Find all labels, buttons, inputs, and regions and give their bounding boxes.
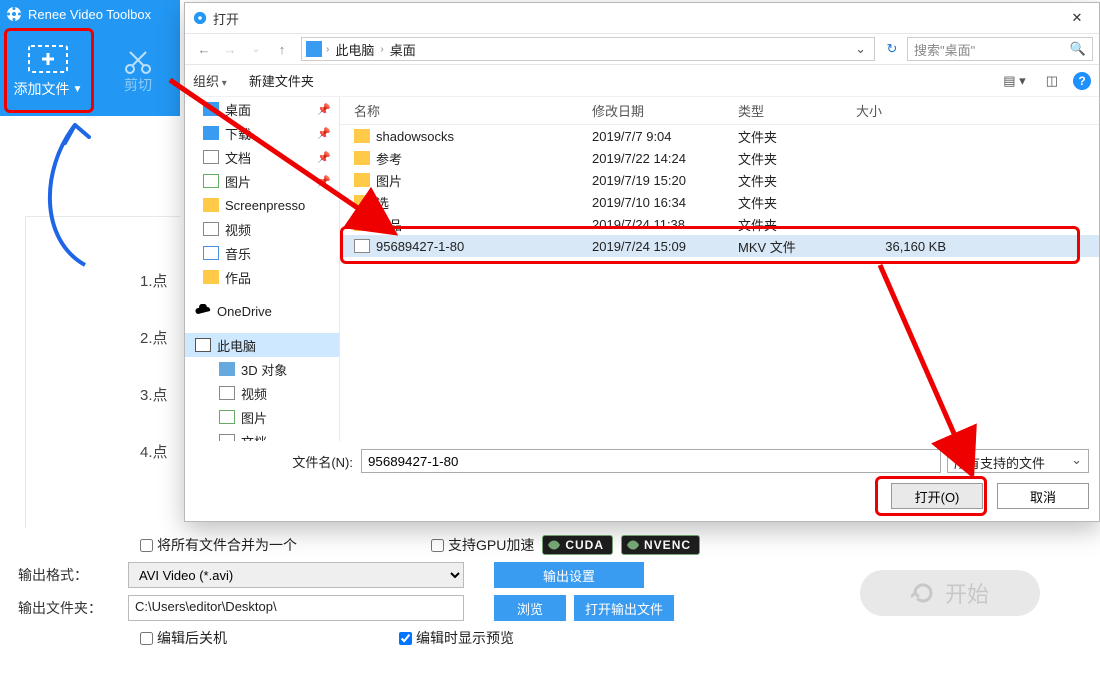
address-bar[interactable]: › 此电脑 › 桌面 ⌄ [301,37,875,61]
file-row[interactable]: shadowsocks2019/7/7 9:04文件夹 [340,125,1099,147]
pin-icon: 📌 [317,103,331,116]
output-format-label: 输出格式： [18,565,128,585]
nvidia-eye-icon [626,539,640,551]
search-input[interactable]: 搜索"桌面" 🔍 [907,37,1093,61]
shutdown-checkbox[interactable]: 编辑后关机 [136,628,227,648]
dialog-toolbar: 组织 新建文件夹 ▤ ▾ ◫ ? [185,65,1099,97]
app-titlebar: Renee Video Toolbox [0,0,180,28]
organize-menu[interactable]: 组织 [193,71,227,90]
picture-icon [219,410,235,424]
col-date[interactable]: 修改日期 [592,101,738,120]
step-1: 1.点 [140,270,168,291]
app-small-icon [193,11,207,25]
folder-icon [354,195,370,209]
pin-icon: 📌 [317,151,331,164]
open-button[interactable]: 打开(O) [891,483,983,509]
view-mode-button[interactable]: ▤ ▾ [998,71,1030,91]
close-button[interactable]: ✕ [1055,10,1099,26]
dialog-nav: ← → ⌄ ↑ › 此电脑 › 桌面 ⌄ ↻ 搜索"桌面" 🔍 [185,33,1099,65]
app-title: Renee Video Toolbox [28,7,151,22]
step-hints: 1.点 2.点 3.点 4.点 [140,270,168,498]
app-logo-icon [6,6,22,22]
file-open-dialog: 打开 ✕ ← → ⌄ ↑ › 此电脑 › 桌面 ⌄ ↻ 搜索"桌面" 🔍 组织 … [184,2,1100,522]
preview-pane-button[interactable]: ◫ [1041,71,1063,91]
output-format-select[interactable]: AVI Video (*.avi) [128,562,464,588]
col-size[interactable]: 大小 [856,101,956,120]
folder-icon [203,198,219,212]
nav-recent-button[interactable]: ⌄ [243,44,269,55]
folder-icon [354,217,370,231]
cuda-badge: CUDA [542,535,613,555]
nav-forward-button[interactable]: → [217,42,243,57]
3d-objects-icon [219,362,235,376]
nav-tree[interactable]: 桌面📌 下载📌 文档📌 图片📌 Screenpresso 视频 音乐 作品 On… [185,97,340,457]
step-4: 4.点 [140,441,168,462]
folder-icon [354,151,370,165]
file-row[interactable]: 选2019/7/10 16:34文件夹 [340,191,1099,213]
picture-icon [203,174,219,188]
pin-icon: 📌 [317,175,331,188]
refresh-button[interactable]: ↻ [881,41,903,57]
dialog-footer: 文件名(N): 所有支持的文件 打开(O) 取消 [185,441,1099,521]
folder-icon [203,270,219,284]
nvenc-badge: NVENC [621,535,700,555]
folder-icon [354,129,370,143]
music-icon [203,246,219,260]
output-folder-label: 输出文件夹： [18,598,128,618]
video-icon [203,222,219,236]
file-row[interactable]: 95689427-1-802019/7/24 15:09MKV 文件36,160… [340,235,1099,257]
add-file-icon [28,45,68,73]
col-type[interactable]: 类型 [738,101,856,120]
output-folder-field[interactable]: C:\Users\editor\Desktop\ [128,595,464,621]
file-row[interactable]: 作品2019/7/24 11:38文件夹 [340,213,1099,235]
browse-button[interactable]: 浏览 [494,595,566,621]
scissors-icon [122,49,154,75]
app-toolbar: 添加文件 ▼ 剪切 [0,28,180,116]
refresh-icon [911,581,935,605]
cut-button[interactable]: 剪切 [96,28,180,116]
address-dropdown-button[interactable]: ⌄ [851,41,870,57]
breadcrumb-desktop[interactable]: 桌面 [384,40,422,59]
dialog-title: 打开 [213,9,239,28]
document-icon [203,150,219,164]
dialog-titlebar: 打开 ✕ [185,3,1099,33]
file-filter-select[interactable]: 所有支持的文件 [947,449,1089,473]
desktop-icon [203,102,219,116]
file-row[interactable]: 参考2019/7/22 14:24文件夹 [340,147,1099,169]
nvidia-eye-icon [547,539,561,551]
start-button[interactable]: 开始 [860,570,1040,616]
filename-label: 文件名(N): [195,452,361,471]
preview-checkbox[interactable]: 编辑时显示预览 [395,628,514,648]
nav-back-button[interactable]: ← [191,42,217,57]
onedrive-icon [195,304,213,318]
output-panel: 将所有文件合并为一个 支持GPU加速 CUDA NVENC 输出格式： AVI … [0,528,1100,680]
step-2: 2.点 [140,327,168,348]
search-icon: 🔍 [1070,41,1086,57]
step-3: 3.点 [140,384,168,405]
folder-icon [354,173,370,187]
download-icon [203,126,219,140]
new-folder-button[interactable]: 新建文件夹 [249,71,314,90]
breadcrumb-thispc[interactable]: 此电脑 [329,40,380,59]
pc-icon [195,338,211,352]
dropdown-caret-icon: ▼ [73,84,83,95]
add-file-button[interactable]: 添加文件 ▼ [0,28,96,116]
pc-icon [306,41,322,57]
nav-up-button[interactable]: ↑ [269,42,295,57]
open-output-button[interactable]: 打开输出文件 [574,595,674,621]
column-headers[interactable]: 名称 修改日期 类型 大小 [340,97,1099,125]
col-name[interactable]: 名称 [340,101,592,120]
pin-icon: 📌 [317,127,331,140]
filename-input[interactable] [361,449,941,473]
cancel-button[interactable]: 取消 [997,483,1089,509]
help-button[interactable]: ? [1073,72,1091,90]
output-settings-button[interactable]: 输出设置 [494,562,644,588]
gpu-checkbox[interactable]: 支持GPU加速 [427,535,534,555]
merge-all-checkbox[interactable]: 将所有文件合并为一个 [136,535,297,555]
video-icon [219,386,235,400]
file-row[interactable]: 图片2019/7/19 15:20文件夹 [340,169,1099,191]
file-list[interactable]: 名称 修改日期 类型 大小 shadowsocks2019/7/7 9:04文件… [340,97,1099,457]
file-icon [354,239,370,253]
